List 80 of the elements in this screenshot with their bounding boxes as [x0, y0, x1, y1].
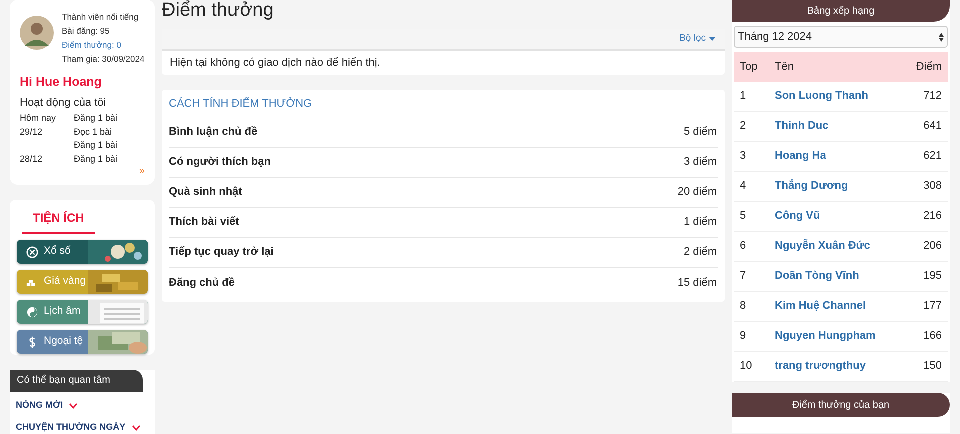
category-link[interactable]: CHUYỆN THƯỜNG NGÀY — [16, 421, 126, 434]
utility-link[interactable]: Lịch âm — [17, 300, 148, 324]
column-header: Tên — [775, 60, 795, 75]
points-cell-text: 308 — [924, 179, 942, 194]
rule-action: Bình luận chủ đề — [169, 125, 258, 140]
lottery-icon — [26, 246, 39, 258]
month-select[interactable]: Tháng 12 2024 — [734, 26, 948, 48]
column-header: Điểm — [916, 60, 942, 75]
activity-date: 29/12 — [20, 126, 44, 140]
yin-yang-icon — [26, 306, 39, 318]
rank-cell-text: 3 — [740, 149, 748, 164]
post-count: Bài đăng: 95 — [62, 25, 111, 38]
points-cell-text: 206 — [924, 239, 942, 254]
member-link[interactable]: Hoang Ha — [775, 148, 924, 165]
more-link[interactable]: » — [139, 166, 145, 178]
rank-cell-text: 10 — [740, 359, 754, 374]
member-link[interactable]: Công Vũ — [775, 208, 924, 225]
utility-link[interactable]: Ngoại tệ — [17, 330, 148, 354]
points-cell-text: 166 — [924, 329, 942, 344]
member-link[interactable]: Kim Huệ Channel — [775, 298, 924, 315]
member-link[interactable]: Nguyen Hungpham — [775, 328, 924, 345]
activity-item: Đọc 1 bài — [74, 126, 114, 140]
rule-action: Quà sinh nhật — [169, 185, 242, 200]
rule-points: 3 điểm — [684, 155, 718, 170]
rule-points: 2 điểm — [684, 245, 718, 260]
member-link[interactable]: Doãn Tòng Vĩnh — [775, 268, 924, 285]
utility-link[interactable]: Xổ số — [17, 240, 148, 264]
page-title: Điểm thưởng — [162, 0, 275, 22]
member-link[interactable]: Thinh Duc — [775, 118, 924, 135]
rule-points: 1 điểm — [684, 215, 718, 230]
section-header: Có thể bạn quan tâm — [10, 370, 143, 392]
rank-cell-text: 2 — [740, 119, 748, 134]
rank-cell-text: 5 — [740, 209, 748, 224]
points-cell-text: 150 — [924, 359, 942, 374]
rank-cell-text: 4 — [740, 179, 748, 194]
rule-points: 15 điểm — [678, 276, 718, 291]
panel-title: Điểm thưởng của bạn — [792, 398, 890, 412]
points-cell-text: 621 — [924, 149, 942, 164]
member-link[interactable]: Thắng Dương — [775, 178, 924, 195]
column-header: Top — [740, 60, 759, 75]
activity-date: 28/12 — [20, 153, 44, 166]
activity-title: Hoạt động của tôi — [20, 96, 108, 111]
rule-action: Đăng chủ đề — [169, 276, 236, 291]
join-date: Tham gia: 30/09/2024 — [62, 53, 145, 66]
rule-points: 5 điểm — [684, 125, 718, 140]
points-cell-text: 216 — [924, 209, 942, 224]
section-title: CÁCH TÍNH ĐIỂM THƯỞNG — [169, 96, 314, 112]
member-link[interactable]: Nguyễn Xuân Đức — [775, 238, 924, 255]
rank-cell-text: 7 — [740, 269, 748, 284]
avatar — [20, 16, 54, 50]
points-link[interactable]: Điểm thưởng: 0 — [62, 38, 145, 52]
member-rank: Thành viên nổi tiếng — [62, 11, 140, 24]
chevron-down-icon — [69, 403, 78, 409]
rank-cell-text: 9 — [740, 329, 748, 344]
rank-cell-text: 8 — [740, 299, 748, 314]
member-link[interactable]: trang trươngthuy — [775, 358, 924, 375]
rule-action: Thích bài viết — [169, 215, 240, 230]
activity-item: Đăng 1 bài — [74, 153, 118, 166]
category-link[interactable]: NÓNG MỚI — [16, 399, 64, 413]
activity-date: Hôm nay — [20, 112, 58, 126]
points-cell-text: 712 — [924, 89, 942, 104]
panel-title: Bảng xếp hạng — [807, 4, 875, 18]
activity-item: Đăng 1 bài — [74, 139, 118, 152]
chevron-down-icon — [132, 425, 141, 431]
sort-arrows-icon — [939, 32, 944, 42]
empty-message: Hiện tại không có giao dịch nào để hiển thị. — [170, 56, 380, 71]
points-cell-text: 177 — [924, 299, 942, 314]
greeting: Hi Hue Hoang — [20, 74, 103, 91]
points-cell-text: 641 — [924, 119, 942, 134]
rule-action: Có người thích bạn — [169, 155, 271, 170]
caret-icon — [709, 37, 716, 41]
member-link[interactable]: Son Luong Thanh — [775, 88, 924, 105]
rank-cell-text: 1 — [740, 89, 748, 104]
rule-action: Tiếp tục quay trở lại — [169, 245, 274, 260]
rank-cell-text: 6 — [740, 239, 748, 254]
rule-points: 20 điểm — [678, 185, 718, 200]
activity-item: Đăng 1 bài — [74, 112, 118, 126]
filter-dropdown[interactable]: Bộ lọc — [680, 32, 716, 46]
points-cell-text: 195 — [924, 269, 942, 284]
section-title: TIỆN ÍCH — [33, 211, 84, 225]
